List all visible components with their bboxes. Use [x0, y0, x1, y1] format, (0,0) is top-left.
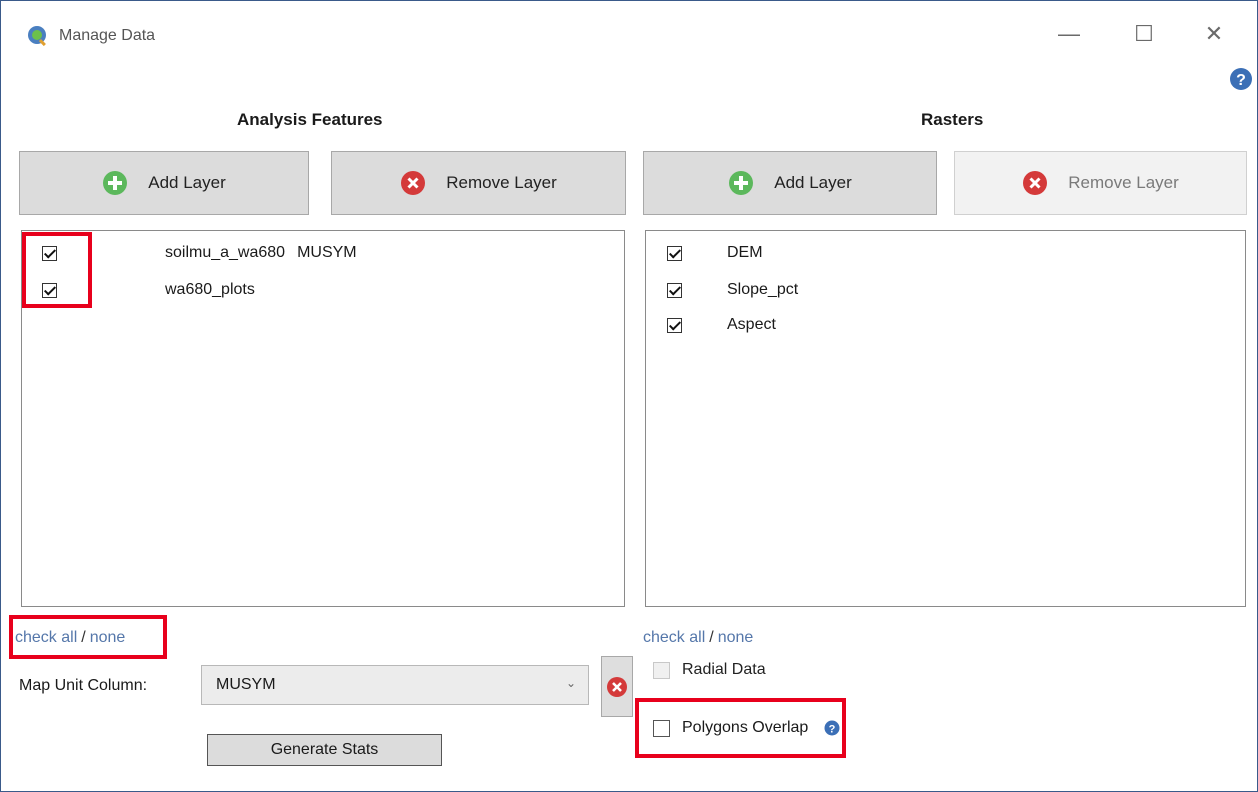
radial-data-label: Radial Data	[682, 661, 766, 678]
clear-map-unit-button[interactable]	[601, 656, 633, 717]
analysis-features-heading: Analysis Features	[237, 110, 383, 129]
list-item[interactable]: DEM	[667, 242, 763, 264]
analysis-features-list[interactable]: soilmu_a_wa680 MUSYM wa680_plots	[21, 230, 625, 607]
list-item[interactable]: Slope_pct	[667, 279, 798, 301]
window-title: Manage Data	[59, 27, 156, 44]
remove-icon	[1023, 171, 1048, 195]
svg-text:?: ?	[1236, 72, 1246, 89]
maximize-button[interactable]: ☐	[1129, 19, 1159, 49]
raster-checkbox[interactable]	[667, 317, 682, 333]
analysis-remove-layer-label: Remove Layer	[446, 173, 557, 192]
raster-checkbox[interactable]	[667, 245, 682, 261]
radial-data-option[interactable]: Radial Data	[653, 661, 766, 679]
title-bar: Manage Data — ☐ ✕	[1, 1, 1257, 63]
manage-data-window: Manage Data — ☐ ✕ ? Analysis Features Ra…	[0, 0, 1258, 792]
rasters-add-layer-button[interactable]: Add Layer	[643, 151, 937, 215]
generate-stats-button[interactable]: Generate Stats	[207, 734, 442, 766]
map-unit-column-select[interactable]: MUSYM ⌄	[201, 665, 589, 705]
layer-field: MUSYM	[297, 244, 357, 261]
rasters-check-all-link[interactable]: check all	[643, 629, 705, 647]
rasters-none-link[interactable]: none	[718, 629, 754, 647]
remove-icon	[401, 171, 426, 195]
highlight-box	[22, 232, 92, 308]
app-logo-icon	[28, 26, 46, 47]
remove-icon	[607, 676, 627, 697]
raster-name: DEM	[727, 244, 763, 261]
minimize-button[interactable]: —	[1054, 19, 1084, 49]
chevron-down-icon: ⌄	[565, 676, 576, 690]
highlight-box	[635, 698, 846, 758]
analysis-remove-layer-button[interactable]: Remove Layer	[331, 151, 626, 215]
list-item[interactable]: Aspect	[667, 314, 776, 336]
add-icon	[103, 171, 128, 195]
rasters-check-all-none: check all / none	[643, 629, 753, 647]
rasters-add-layer-label: Add Layer	[774, 173, 852, 192]
map-unit-selected-value: MUSYM	[216, 676, 276, 693]
rasters-list[interactable]: DEM Slope_pct Aspect	[645, 230, 1246, 607]
help-icon[interactable]: ?	[1229, 67, 1253, 91]
generate-stats-label: Generate Stats	[270, 741, 379, 758]
rasters-remove-layer-label: Remove Layer	[1068, 173, 1179, 192]
rasters-remove-layer-button[interactable]: Remove Layer	[954, 151, 1247, 215]
rasters-separator: /	[709, 629, 714, 646]
analysis-add-layer-label: Add Layer	[148, 173, 226, 192]
raster-checkbox[interactable]	[667, 282, 682, 298]
raster-name: Slope_pct	[727, 281, 799, 298]
layer-name: wa680_plots	[165, 281, 255, 298]
add-icon	[729, 171, 754, 195]
raster-name: Aspect	[727, 316, 776, 333]
close-button[interactable]: ✕	[1199, 19, 1229, 49]
rasters-heading: Rasters	[921, 110, 984, 129]
layer-name: soilmu_a_wa680	[165, 244, 286, 261]
map-unit-column-label: Map Unit Column:	[19, 677, 148, 694]
highlight-box	[9, 615, 167, 659]
radial-data-checkbox[interactable]	[653, 661, 670, 679]
analysis-add-layer-button[interactable]: Add Layer	[19, 151, 309, 215]
